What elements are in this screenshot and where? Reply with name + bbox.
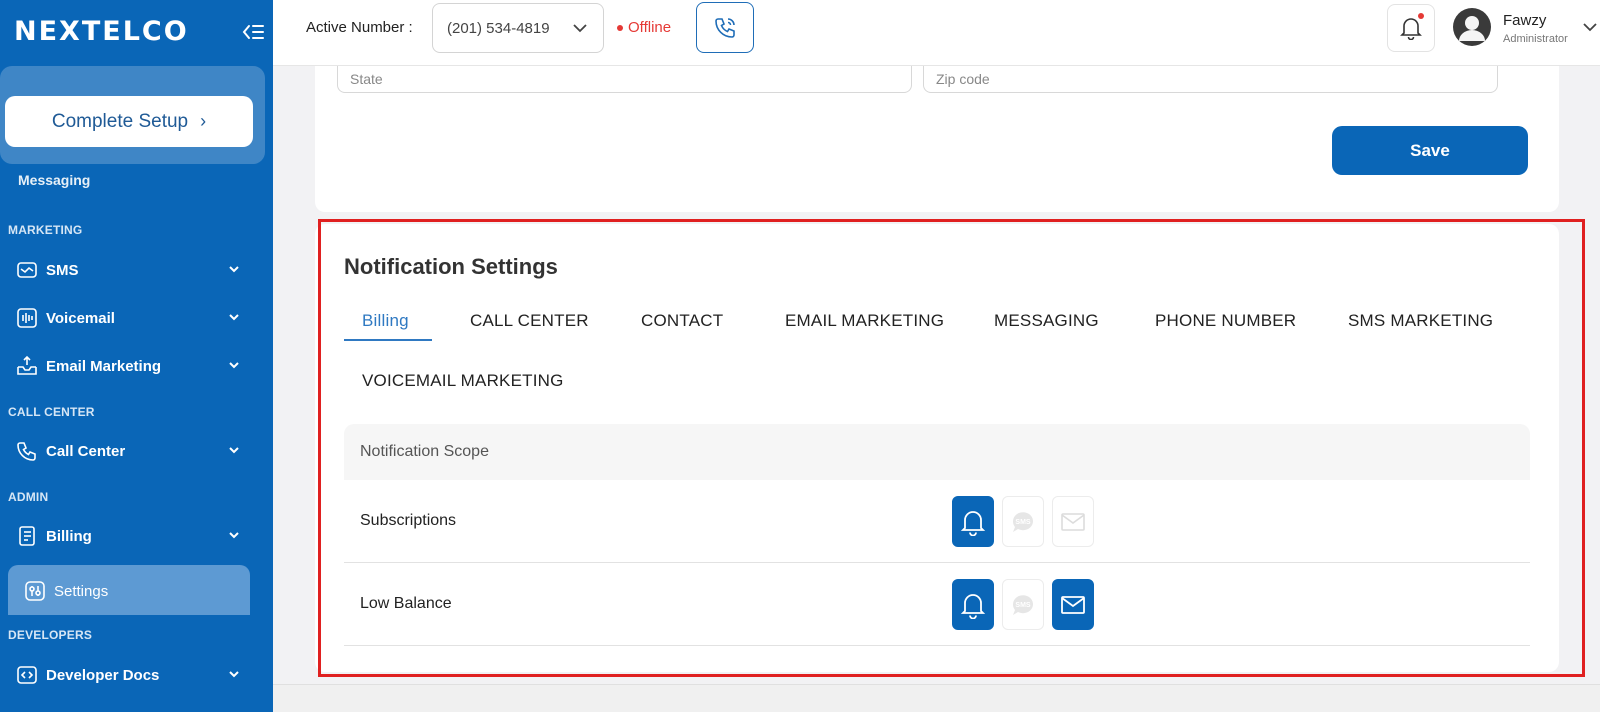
collapse-sidebar-icon[interactable] <box>242 22 264 42</box>
chevron-down-icon <box>573 24 587 33</box>
active-number-value: (201) 534-4819 <box>447 19 550 37</box>
chevron-down-icon <box>229 314 239 321</box>
section-marketing: MARKETING <box>8 223 83 237</box>
complete-setup-button[interactable]: Complete Setup › <box>5 96 253 147</box>
state-placeholder: State <box>350 71 383 87</box>
bell-icon <box>1400 18 1422 40</box>
chevron-down-icon <box>229 362 239 369</box>
page-footer-strip <box>273 684 1600 712</box>
setup-panel: Complete Setup › <box>0 66 265 164</box>
chevron-down-icon <box>229 671 239 678</box>
sidebar-item-label: Settings <box>54 582 109 600</box>
sidebar: NEXTELCO Complete Setup › Messaging MARK… <box>0 0 273 712</box>
state-field[interactable]: State <box>337 66 912 93</box>
notification-dot-icon <box>1418 13 1424 19</box>
save-button[interactable]: Save <box>1332 126 1528 175</box>
chevron-down-icon[interactable] <box>1583 22 1597 32</box>
status-dot-icon <box>617 24 623 31</box>
email-marketing-icon <box>17 355 37 375</box>
avatar[interactable] <box>1453 8 1491 46</box>
sidebar-item-email-marketing[interactable]: Email Marketing <box>16 352 248 380</box>
chevron-down-icon <box>229 447 239 454</box>
sidebar-item-label: Voicemail <box>46 309 115 327</box>
section-developers: DEVELOPERS <box>8 628 93 642</box>
sidebar-item-call-center[interactable]: Call Center <box>16 437 248 465</box>
chevron-down-icon <box>229 266 239 273</box>
sidebar-item-developer-docs[interactable]: Developer Docs <box>16 661 248 689</box>
billing-icon <box>19 526 35 546</box>
active-number-label: Active Number : <box>306 19 413 36</box>
code-icon <box>17 666 37 684</box>
sidebar-item-messaging[interactable]: Messaging <box>18 172 90 188</box>
sidebar-item-label: Call Center <box>46 442 126 460</box>
sidebar-item-label: SMS <box>46 261 79 279</box>
voicemail-icon <box>17 308 37 328</box>
address-form-card: State Zip code Save <box>315 66 1559 212</box>
zip-code-placeholder: Zip code <box>936 71 990 87</box>
section-admin: ADMIN <box>8 490 49 504</box>
sidebar-item-label: Developer Docs <box>46 666 160 684</box>
phone-call-icon <box>715 17 735 38</box>
section-call-center: CALL CENTER <box>8 405 95 419</box>
sidebar-item-sms[interactable]: SMS <box>16 256 248 284</box>
user-role: Administrator <box>1503 33 1568 45</box>
user-avatar-icon <box>1459 16 1485 41</box>
dialer-button[interactable] <box>696 2 754 53</box>
sidebar-item-label: Messaging <box>18 172 91 188</box>
zip-code-field[interactable]: Zip code <box>923 66 1498 93</box>
status-text: Offline <box>628 19 672 36</box>
sms-icon <box>17 262 37 278</box>
sidebar-item-voicemail[interactable]: Voicemail <box>16 304 248 332</box>
sidebar-item-label: Billing <box>46 527 92 545</box>
user-name: Fawzy <box>1503 12 1547 29</box>
connection-status: Offline <box>617 19 671 36</box>
chevron-down-icon <box>229 532 239 539</box>
phone-icon <box>17 442 36 461</box>
notifications-button[interactable] <box>1387 4 1435 52</box>
nextelco-logo: NEXTELCO <box>14 16 189 47</box>
sidebar-item-settings[interactable]: Settings <box>24 577 256 605</box>
active-number-select[interactable]: (201) 534-4819 <box>432 3 604 53</box>
sidebar-item-label: Email Marketing <box>46 357 162 375</box>
annotation-highlight-box <box>318 219 1585 677</box>
top-header: Active Number : (201) 534-4819 Offline F… <box>273 0 1600 66</box>
chevron-right-icon: › <box>200 111 207 131</box>
sidebar-item-billing[interactable]: Billing <box>16 522 248 550</box>
complete-setup-label: Complete Setup <box>51 110 189 132</box>
settings-sliders-icon <box>25 581 45 601</box>
